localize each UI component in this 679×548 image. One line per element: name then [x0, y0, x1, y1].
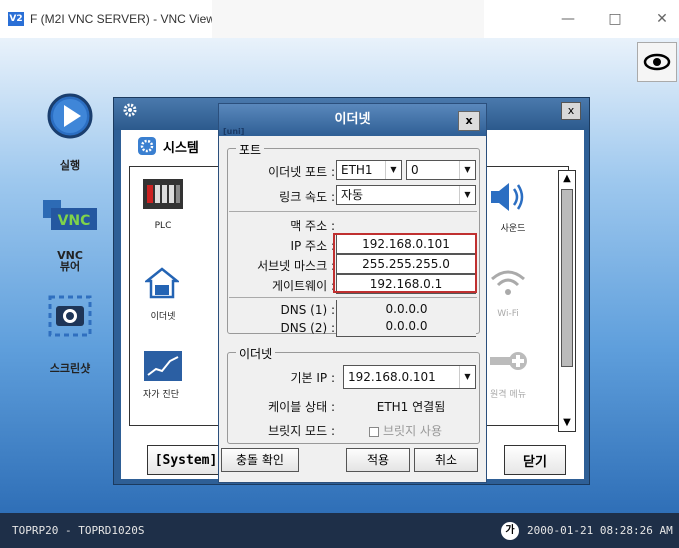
- play-icon: [47, 93, 93, 139]
- system-button[interactable]: [System]: [147, 445, 225, 475]
- sidebar-item-run[interactable]: 실행: [40, 92, 100, 173]
- status-bar: TOPRP20 - TOPRD1020S 가 2000-01-21 08:28:…: [0, 513, 679, 548]
- ethernet-icon[interactable]: [145, 267, 179, 299]
- ethernet-dialog: [uni] 이더넷 x 포트 이더넷 포트 : ETH1 ▼ 0 ▼ 링크 속도…: [218, 103, 487, 483]
- ip-address-label: IP 주소 :: [290, 239, 335, 253]
- window-title: F (M2I VNC SERVER) - VNC Viewer: [30, 12, 226, 26]
- sidebar-item-camera[interactable]: [40, 294, 100, 341]
- clock: 2000-01-21 08:28:26 AM: [527, 524, 673, 537]
- scroll-thumb[interactable]: [561, 189, 573, 367]
- sidebar-label: 실행: [59, 159, 81, 172]
- close-system-button[interactable]: 닫기: [504, 445, 566, 475]
- dns1-label: DNS (1) :: [280, 303, 335, 317]
- link-speed-value: 자동: [341, 188, 364, 202]
- view-only-button[interactable]: [637, 42, 677, 82]
- ethernet-close-button[interactable]: x: [458, 111, 480, 131]
- default-ip-value: 192.168.0.101: [348, 370, 436, 384]
- link-speed-label: 링크 속도 :: [279, 190, 335, 204]
- gear-icon: [123, 103, 137, 117]
- camera-icon: [48, 295, 92, 337]
- checkbox-icon: [369, 426, 379, 437]
- sidebar-label: VNC 뷰어: [57, 249, 83, 273]
- conflict-check-button[interactable]: 충돌 확인: [221, 448, 299, 472]
- ethernet-port-index-select[interactable]: 0 ▼: [406, 160, 476, 180]
- default-ip-label: 기본 IP :: [290, 371, 335, 385]
- scroll-down-arrow-icon[interactable]: ▼: [559, 415, 575, 431]
- sidebar-item-screenshot[interactable]: 스크린샷: [40, 360, 100, 376]
- highlight-annotation: [333, 233, 477, 293]
- wifi-icon[interactable]: [490, 267, 526, 299]
- dropdown-arrow-icon: ▼: [459, 366, 475, 388]
- ime-indicator[interactable]: 가: [501, 522, 519, 540]
- vnc-icon: VNC: [43, 200, 97, 230]
- cable-status-label: 케이블 상태 :: [268, 400, 335, 414]
- ethernet-port-select[interactable]: ETH1 ▼: [336, 160, 402, 180]
- close-window-button[interactable]: ✕: [647, 8, 677, 30]
- bridge-mode-checkbox[interactable]: 브릿지 사용: [369, 422, 479, 439]
- settings-icon: [138, 137, 156, 155]
- grid-label-plc: PLC: [154, 221, 172, 231]
- cancel-button[interactable]: 취소: [414, 448, 478, 472]
- dropdown-arrow-icon: ▼: [459, 161, 475, 179]
- tab-system-label: 시스템: [163, 140, 199, 156]
- link-speed-select[interactable]: 자동 ▼: [336, 185, 476, 205]
- gateway-label: 게이트웨이 :: [271, 279, 335, 293]
- sidebar-item-vnc-viewer[interactable]: VNC 뷰어: [40, 250, 100, 272]
- dropdown-arrow-icon: ▼: [459, 186, 475, 204]
- dns2-field[interactable]: 0.0.0.0: [336, 317, 476, 337]
- device-model: TOPRP20 - TOPRD1020S: [12, 524, 145, 537]
- tab-system[interactable]: 시스템: [137, 136, 199, 156]
- grid-label-diagnosis: 자가 진단: [143, 390, 179, 400]
- plc-icon[interactable]: [143, 177, 183, 213]
- eye-icon: [643, 53, 671, 71]
- bridge-mode-label: 브릿지 모드 :: [268, 424, 335, 438]
- grid-label-ethernet: 이더넷: [150, 312, 176, 322]
- cable-status-value: ETH1 연결됨: [376, 400, 446, 414]
- default-ip-select[interactable]: 192.168.0.101 ▼: [343, 365, 476, 389]
- bridge-mode-option: 브릿지 사용: [383, 424, 443, 438]
- sidebar-label: 스크린샷: [49, 362, 91, 375]
- ethernet-group-title: 이더넷: [236, 345, 276, 362]
- scroll-up-arrow-icon[interactable]: ▲: [559, 171, 575, 187]
- ethernet-port-value: ETH1: [341, 163, 373, 177]
- subnet-mask-label: 서브넷 마스크 :: [257, 259, 335, 273]
- divider: [229, 211, 477, 212]
- ethernet-port-index-value: 0: [411, 163, 419, 177]
- maximize-button[interactable]: □: [600, 8, 630, 30]
- grid-label-sound: 사운드: [500, 224, 526, 234]
- mac-address-label: 맥 주소 :: [290, 219, 335, 233]
- minimize-button[interactable]: —: [553, 8, 583, 30]
- system-close-button[interactable]: x: [561, 102, 581, 120]
- vnc-logo-icon: V2: [8, 12, 24, 26]
- ethernet-port-label: 이더넷 포트 :: [268, 165, 335, 179]
- port-group-title: 포트: [236, 141, 265, 158]
- dropdown-arrow-icon: ▼: [385, 161, 401, 179]
- sidebar-item-vnc[interactable]: VNC: [40, 198, 100, 235]
- divider: [229, 297, 477, 298]
- vnc-toolbar[interactable]: [212, 0, 484, 40]
- diagnosis-icon[interactable]: [144, 351, 182, 381]
- ethernet-dialog-header: [uni] 이더넷 x: [219, 104, 486, 136]
- svg-text:VNC: VNC: [58, 213, 91, 229]
- add-icon[interactable]: [490, 347, 528, 381]
- ethernet-dialog-title: 이더넷: [334, 112, 371, 127]
- dns2-label: DNS (2) :: [280, 321, 335, 335]
- system-grid-scrollbar[interactable]: ▲ ▼: [558, 170, 576, 432]
- apply-button[interactable]: 적용: [346, 448, 410, 472]
- sound-icon[interactable]: [487, 177, 527, 217]
